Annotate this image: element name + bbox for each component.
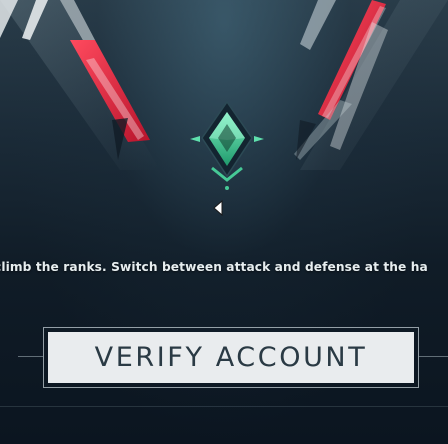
divider	[0, 406, 448, 407]
onboarding-screen: climb the ranks. Switch between attack a…	[0, 0, 448, 444]
button-left-line	[18, 356, 43, 357]
button-right-line	[419, 356, 448, 357]
mode-description-text: climb the ranks. Switch between attack a…	[0, 260, 428, 274]
arrow-cursor-icon	[213, 199, 223, 217]
verify-account-button[interactable]: VERIFY ACCOUNT	[48, 332, 414, 383]
